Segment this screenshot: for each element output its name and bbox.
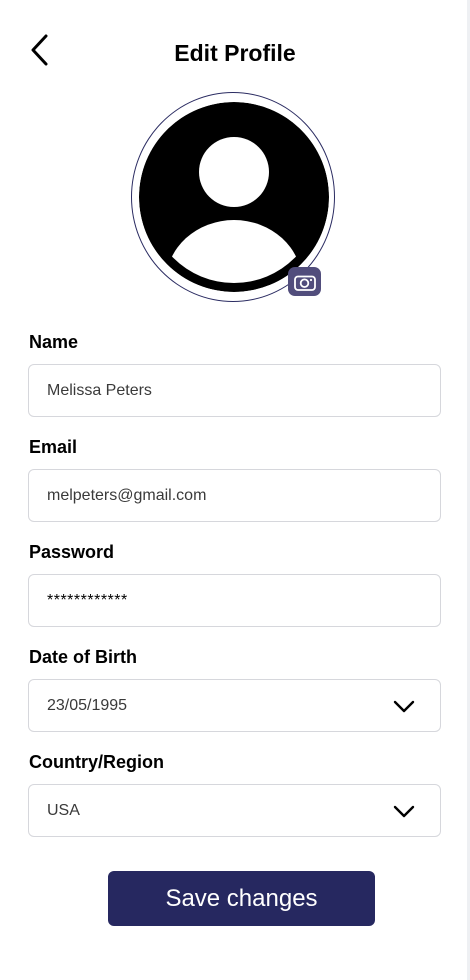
name-input[interactable]: [29, 365, 369, 416]
chevron-down-icon: [393, 700, 415, 712]
save-changes-button[interactable]: Save changes: [108, 871, 375, 926]
email-label: Email: [29, 437, 78, 457]
password-input[interactable]: [29, 575, 369, 626]
dob-select[interactable]: 23/05/1995: [28, 679, 441, 732]
password-label: Password: [29, 542, 115, 562]
password-field-container: [28, 574, 441, 627]
camera-icon: [293, 275, 316, 291]
user-silhouette-icon: [139, 102, 329, 292]
change-photo-button[interactable]: [288, 267, 321, 296]
name-field-container: [28, 364, 441, 417]
country-label: Country/Region: [29, 752, 164, 772]
country-select[interactable]: USA: [28, 784, 441, 837]
email-input[interactable]: [29, 470, 369, 521]
avatar: [131, 92, 337, 304]
avatar-image: [139, 102, 329, 292]
dob-value: 23/05/1995: [47, 696, 128, 714]
dob-label: Date of Birth: [29, 647, 137, 667]
page-title: Edit Profile: [174, 40, 296, 66]
chevron-down-icon: [393, 805, 415, 817]
country-value: USA: [47, 801, 80, 819]
name-label: Name: [29, 332, 79, 352]
email-field-container: [28, 469, 441, 522]
